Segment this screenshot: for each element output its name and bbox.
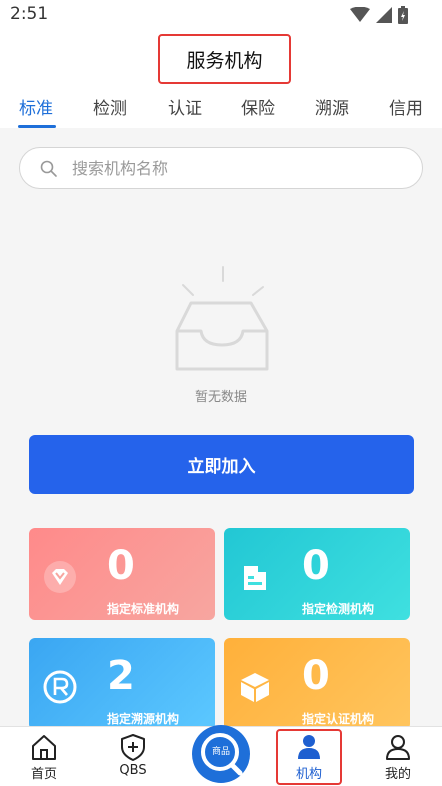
- stat-label: 指定溯源机构: [107, 712, 180, 726]
- stat-label: 指定认证机构: [302, 712, 375, 726]
- document-icon: [244, 566, 266, 590]
- stat-card-standard[interactable]: 0 指定标准机构: [29, 528, 215, 620]
- status-icons: [350, 6, 408, 24]
- status-time: 2:51: [10, 4, 49, 24]
- empty-state-text: 暂无数据: [194, 390, 247, 405]
- nav-qbs[interactable]: QBS: [98, 727, 168, 786]
- cellular-icon: [376, 7, 392, 23]
- stat-count: 0: [302, 543, 330, 589]
- nav-active-highlight: [276, 729, 342, 785]
- header: 服务机构: [0, 30, 442, 88]
- stat-count: 0: [302, 653, 330, 699]
- shield-plus-icon: [121, 734, 145, 761]
- empty-inbox-icon: [175, 266, 269, 371]
- category-tabs: 标准 检测 认证 保险 溯源 信用: [0, 88, 442, 128]
- tab-certification[interactable]: 认证: [155, 94, 215, 119]
- tab-active-indicator: [18, 125, 56, 128]
- box-icon: [241, 673, 269, 702]
- home-icon: [32, 735, 56, 760]
- tab-insurance[interactable]: 保险: [228, 94, 288, 119]
- stat-label: 指定检测机构: [302, 602, 375, 616]
- nav-label: 首页: [30, 767, 57, 782]
- search-box[interactable]: [19, 147, 423, 189]
- stat-card-testing[interactable]: 0 指定检测机构: [224, 528, 410, 620]
- search-input[interactable]: [72, 148, 402, 188]
- tab-standard[interactable]: 标准: [6, 94, 66, 119]
- stat-count: 2: [107, 653, 135, 699]
- nav-mine[interactable]: 我的: [363, 727, 433, 786]
- diamond-icon: [44, 561, 76, 593]
- tab-testing[interactable]: 检测: [80, 94, 140, 119]
- user-icon: [386, 735, 410, 760]
- tab-traceability[interactable]: 溯源: [302, 94, 362, 119]
- page-title: 服务机构: [158, 34, 291, 84]
- tab-credit[interactable]: 信用: [376, 94, 436, 119]
- signal-icon: [350, 7, 370, 22]
- search-icon: [40, 160, 57, 177]
- bottom-nav: 首页 QBS 商品 机构 我的: [0, 725, 442, 786]
- stat-count: 0: [107, 543, 135, 589]
- nav-label: QBS: [119, 763, 147, 778]
- stat-card-traceability[interactable]: 2 指定溯源机构: [29, 638, 215, 730]
- nav-home[interactable]: 首页: [9, 727, 79, 786]
- nav-label: 商品: [211, 747, 230, 757]
- battery-icon: [398, 6, 408, 24]
- nav-products[interactable]: 商品: [192, 725, 250, 783]
- registered-icon: [43, 670, 77, 704]
- stat-label: 指定标准机构: [107, 602, 180, 616]
- stat-card-certification[interactable]: 0 指定认证机构: [224, 638, 410, 730]
- status-bar: 2:51: [0, 0, 442, 30]
- nav-label: 我的: [384, 767, 411, 782]
- join-now-button[interactable]: 立即加入: [29, 435, 414, 494]
